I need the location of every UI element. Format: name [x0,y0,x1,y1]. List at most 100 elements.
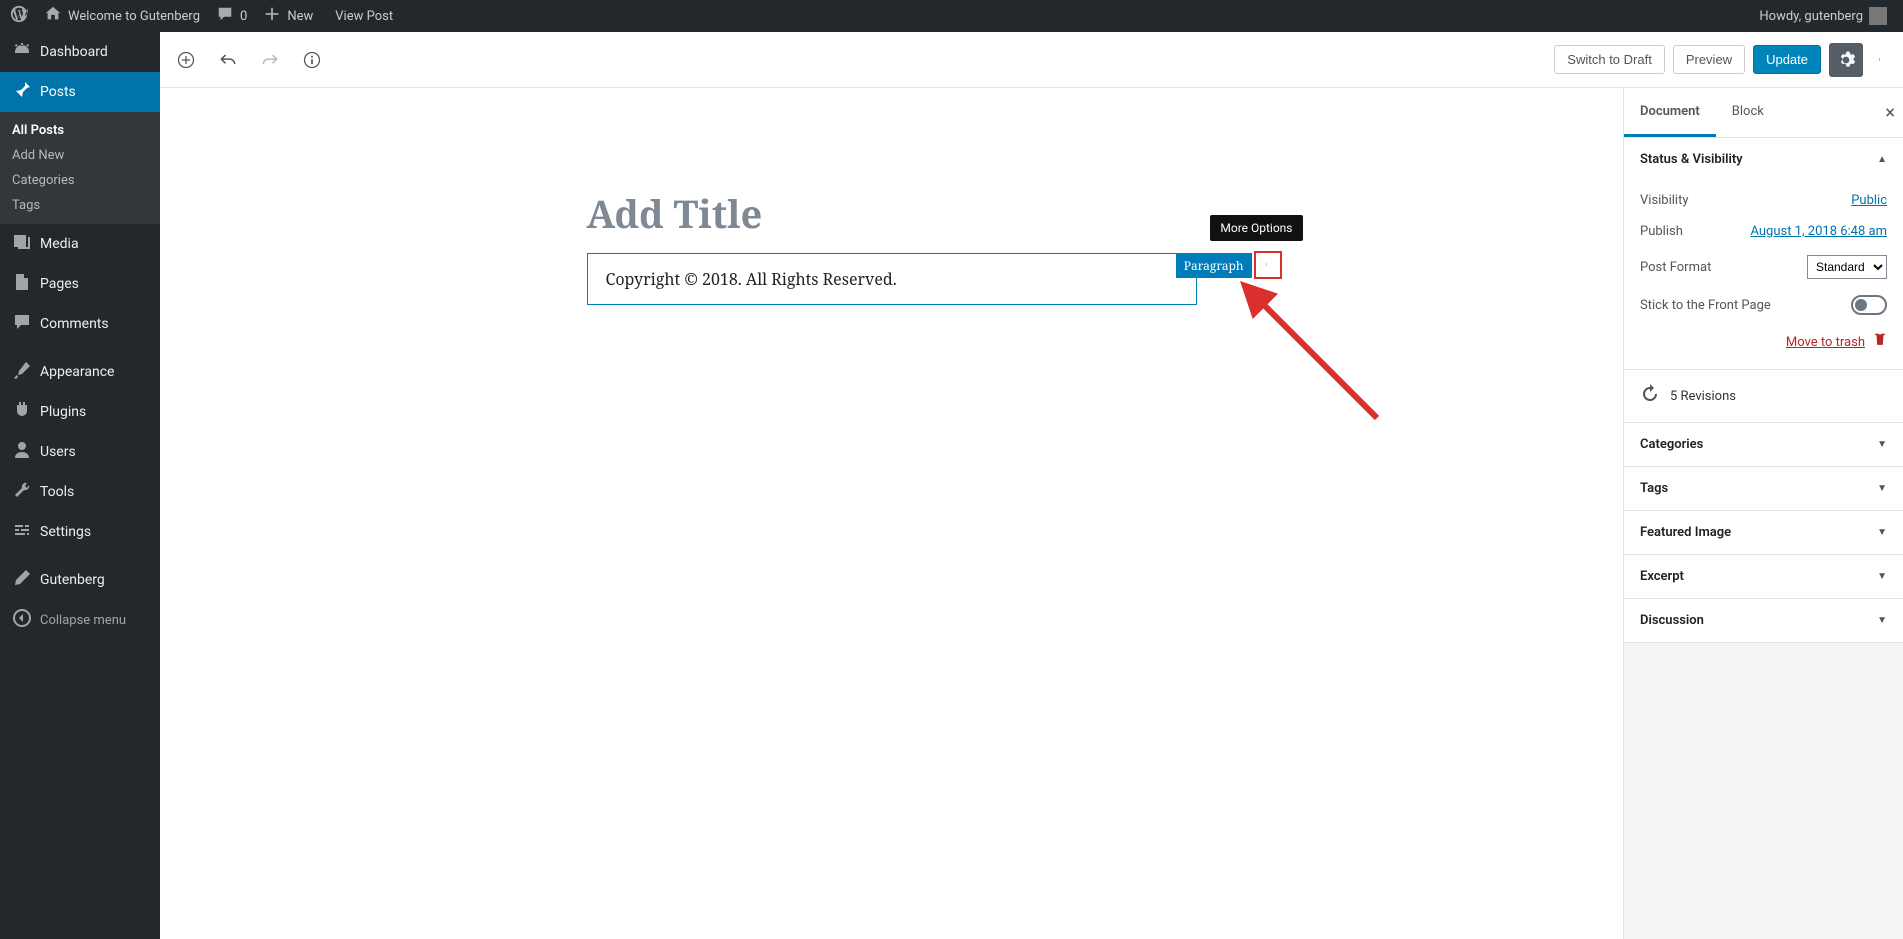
menu-posts-label: Posts [40,84,76,100]
admin-bar-right: Howdy, gutenberg [1751,0,1895,32]
menu-users-label: Users [40,444,76,460]
panel-excerpt[interactable]: Excerpt ▼ [1624,555,1903,599]
menu-tools[interactable]: Tools [0,472,160,512]
paragraph-block[interactable]: Copyright © 2018. All Rights Reserved. P… [587,253,1197,305]
site-name-link[interactable]: Welcome to Gutenberg [36,0,208,32]
post-title-input[interactable]: Add Title [587,188,1197,240]
page-icon [12,272,32,296]
collapse-label: Collapse menu [40,613,126,628]
wrench-icon [12,480,32,504]
menu-pages[interactable]: Pages [0,264,160,304]
admin-sidebar: Dashboard Posts All Posts Add New Catego… [0,32,160,939]
menu-posts[interactable]: Posts [0,72,160,112]
admin-bar-left: Welcome to Gutenberg 0 New View Post [2,0,401,32]
menu-media[interactable]: Media [0,224,160,264]
submenu-tags[interactable]: Tags [0,193,160,218]
plus-icon [263,5,281,27]
collapse-icon [12,608,32,632]
editor-content: Add Title More Options Copyright © 2018.… [160,88,1623,939]
chevron-down-icon: ▼ [1877,483,1887,494]
update-button[interactable]: Update [1753,45,1821,74]
panel-categories-label: Categories [1640,437,1703,452]
submenu-add-new[interactable]: Add New [0,143,160,168]
row-publish: Publish August 1, 2018 6:48 am [1640,216,1887,247]
move-to-trash-link[interactable]: Move to trash [1786,335,1865,350]
row-post-format: Post Format Standard [1640,247,1887,287]
preview-button[interactable]: Preview [1673,45,1745,74]
editor-header: Switch to Draft Preview Update [160,32,1903,88]
redo-button [256,46,284,74]
tab-block[interactable]: Block [1716,88,1780,137]
brush-icon [12,360,32,384]
menu-plugins[interactable]: Plugins [0,392,160,432]
stick-label: Stick to the Front Page [1640,298,1771,313]
menu-appearance[interactable]: Appearance [0,352,160,392]
chevron-down-icon: ▼ [1877,439,1887,450]
publish-label: Publish [1640,224,1683,239]
panel-featured-image[interactable]: Featured Image ▼ [1624,511,1903,555]
panel-tags-label: Tags [1640,481,1668,496]
paragraph-block-wrapper: More Options Copyright © 2018. All Right… [587,253,1197,305]
info-button[interactable] [298,46,326,74]
submenu-all-posts[interactable]: All Posts [0,118,160,143]
panel-tags[interactable]: Tags ▼ [1624,467,1903,511]
tab-document[interactable]: Document [1624,88,1716,137]
panel-discussion-label: Discussion [1640,613,1704,628]
chevron-down-icon: ▼ [1877,571,1887,582]
inserter-button[interactable] [172,46,200,74]
howdy-text: Howdy, gutenberg [1759,9,1863,24]
row-trash: Move to trash [1640,323,1887,355]
menu-dashboard[interactable]: Dashboard [0,32,160,72]
editor-more-button[interactable] [1871,43,1891,77]
sidebar-tabs: Document Block × [1624,88,1903,138]
panel-excerpt-label: Excerpt [1640,569,1684,584]
panel-categories[interactable]: Categories ▼ [1624,423,1903,467]
panel-featured-label: Featured Image [1640,525,1731,540]
menu-pages-label: Pages [40,276,79,292]
undo-button[interactable] [214,46,242,74]
revisions-text: 5 Revisions [1670,389,1736,404]
post-format-label: Post Format [1640,260,1711,275]
settings-toggle-button[interactable] [1829,43,1863,77]
menu-tools-label: Tools [40,484,74,500]
history-icon [1640,384,1660,408]
paragraph-text: Copyright © 2018. All Rights Reserved. [606,268,897,290]
revisions-button[interactable]: 5 Revisions [1624,370,1903,423]
menu-appearance-label: Appearance [40,364,114,380]
separator [0,552,160,560]
separator [0,344,160,352]
stick-toggle[interactable] [1851,295,1887,315]
sliders-icon [12,520,32,544]
view-post-link[interactable]: View Post [321,0,401,32]
menu-media-label: Media [40,236,79,252]
block-type-badge: Paragraph [1176,253,1252,278]
collapse-menu[interactable]: Collapse menu [0,600,160,640]
menu-settings[interactable]: Settings [0,512,160,552]
menu-gutenberg[interactable]: Gutenberg [0,560,160,600]
block-more-options-button[interactable] [1254,251,1282,279]
close-sidebar-button[interactable]: × [1885,102,1895,123]
row-stick: Stick to the Front Page [1640,287,1887,323]
switch-draft-button[interactable]: Switch to Draft [1554,45,1665,74]
more-options-tooltip: More Options [1210,215,1302,241]
submenu-categories[interactable]: Categories [0,168,160,193]
admin-bar: Welcome to Gutenberg 0 New View Post How… [0,0,1903,32]
howdy-link[interactable]: Howdy, gutenberg [1751,0,1895,32]
menu-comments[interactable]: Comments [0,304,160,344]
new-content-link[interactable]: New [255,0,321,32]
visibility-value[interactable]: Public [1851,193,1887,208]
new-label: New [287,9,313,24]
comments-link[interactable]: 0 [208,0,255,32]
wp-logo[interactable] [2,0,36,32]
wordpress-icon [10,5,28,27]
menu-comments-label: Comments [40,316,109,332]
panel-status-visibility: Status & Visibility ▲ Visibility Public … [1624,138,1903,370]
publish-value[interactable]: August 1, 2018 6:48 am [1750,224,1887,239]
panel-status-header[interactable]: Status & Visibility ▲ [1624,138,1903,181]
menu-users[interactable]: Users [0,432,160,472]
menu-gutenberg-label: Gutenberg [40,572,105,588]
menu-plugins-label: Plugins [40,404,86,420]
post-format-select[interactable]: Standard [1807,255,1887,279]
panel-discussion[interactable]: Discussion ▼ [1624,599,1903,643]
chevron-down-icon: ▼ [1877,527,1887,538]
